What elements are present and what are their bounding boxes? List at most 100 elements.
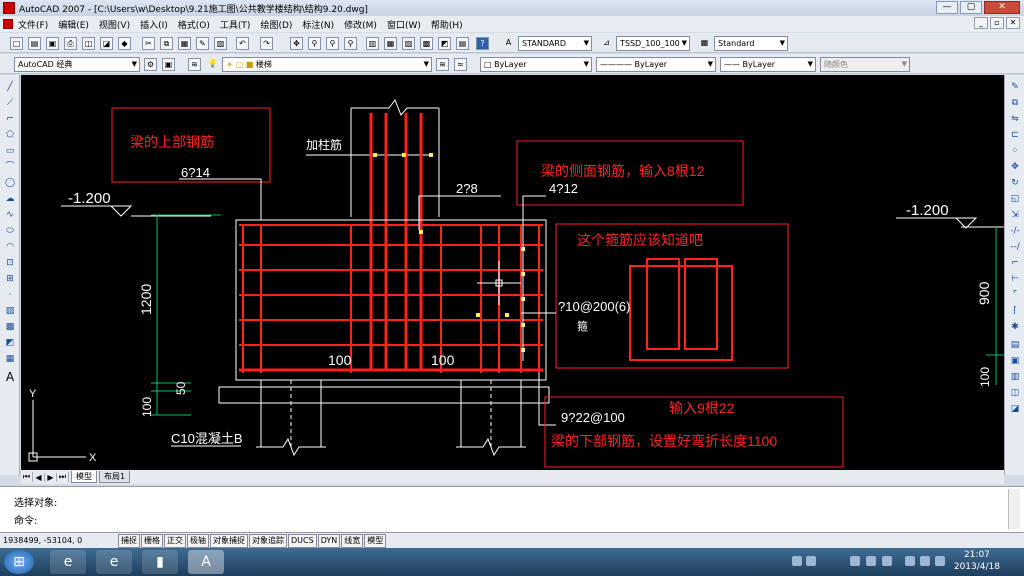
- spline-icon[interactable]: ∿: [4, 209, 16, 221]
- tab-model[interactable]: 模型: [71, 471, 97, 483]
- model-toggle[interactable]: 模型: [364, 533, 387, 548]
- ellipse-icon[interactable]: ⬭: [4, 225, 16, 237]
- redo-icon[interactable]: ↷: [260, 37, 273, 50]
- plotstyle-select[interactable]: 随颜色 ▼: [820, 57, 910, 72]
- otrack-toggle[interactable]: 对象追踪: [249, 533, 287, 548]
- make-block-icon[interactable]: ⊞: [4, 273, 16, 285]
- toolpalette-icon[interactable]: ▨: [402, 37, 415, 50]
- make-current-icon[interactable]: ≋: [436, 58, 449, 71]
- copy-object-icon[interactable]: ⧉: [1009, 97, 1021, 109]
- text-style-select[interactable]: STANDARD ▼: [518, 36, 592, 51]
- dyn-toggle[interactable]: DYN: [317, 533, 341, 548]
- start-button[interactable]: ⊞: [4, 550, 34, 574]
- menu-tools[interactable]: 工具(T): [215, 18, 256, 31]
- arc-icon[interactable]: ⌒: [4, 161, 16, 173]
- point-icon[interactable]: ·: [4, 289, 16, 301]
- bringfront-icon[interactable]: ▣: [1009, 355, 1021, 367]
- rectangle-icon[interactable]: ▭: [4, 145, 16, 157]
- copy-icon[interactable]: ⧉: [160, 37, 173, 50]
- print-icon[interactable]: ⎙: [64, 37, 77, 50]
- rotate-icon[interactable]: ↻: [1009, 177, 1021, 189]
- zoom-realtime-icon[interactable]: ⚲: [308, 37, 321, 50]
- grid-toggle[interactable]: 栅格: [141, 533, 163, 548]
- gradient-icon[interactable]: ▩: [4, 321, 16, 333]
- block-icon[interactable]: ▧: [214, 37, 227, 50]
- menu-format[interactable]: 格式(O): [173, 18, 215, 31]
- move-icon[interactable]: ✥: [1009, 161, 1021, 173]
- menu-draw[interactable]: 绘图(D): [255, 18, 297, 31]
- mtext-icon[interactable]: A: [4, 371, 16, 383]
- markup-icon[interactable]: ◩: [438, 37, 451, 50]
- maximize-button[interactable]: ▢: [960, 1, 982, 14]
- undo-icon[interactable]: ↶: [236, 37, 249, 50]
- osnap-toggle[interactable]: 对象捕捉: [210, 533, 248, 548]
- sendback-icon[interactable]: ▥: [1009, 371, 1021, 383]
- ungroup-icon[interactable]: ◪: [1009, 403, 1021, 415]
- trim-icon[interactable]: -/-: [1009, 225, 1021, 237]
- flag-icon[interactable]: [905, 556, 915, 566]
- insert-block-icon[interactable]: ⊡: [4, 257, 16, 269]
- fillet-icon[interactable]: ⌈: [1009, 305, 1021, 317]
- tab-prev-button[interactable]: ◀: [33, 472, 45, 482]
- stretch-icon[interactable]: ⇲: [1009, 209, 1021, 221]
- menu-edit[interactable]: 编辑(E): [53, 18, 94, 31]
- dim-style-select[interactable]: TSSD_100_100 ▼: [616, 36, 690, 51]
- layer-manager-icon[interactable]: ≋: [188, 58, 201, 71]
- new-icon[interactable]: □: [10, 37, 23, 50]
- polar-toggle[interactable]: 极轴: [187, 533, 209, 548]
- layer-on-icon[interactable]: 💡: [206, 58, 219, 71]
- folder-icon[interactable]: ▮: [142, 550, 178, 574]
- pan-icon[interactable]: ✥: [290, 37, 303, 50]
- network-icon[interactable]: [920, 556, 930, 566]
- doc-close-button[interactable]: ✕: [1006, 17, 1020, 29]
- tray-icon-1[interactable]: [792, 556, 802, 566]
- ie-icon[interactable]: e: [50, 550, 86, 574]
- zoom-previous-icon[interactable]: ⚲: [344, 37, 357, 50]
- lineweight-toggle[interactable]: 线宽: [341, 533, 364, 548]
- cut-icon[interactable]: ✂: [142, 37, 155, 50]
- tab-first-button[interactable]: ⏮: [21, 472, 33, 482]
- drawing-canvas[interactable]: 梁的上部钢筋 6?14 -1.200 1200 50 100 加柱筋 2?8 梁…: [21, 75, 1004, 470]
- autocad-taskbar-icon[interactable]: A: [188, 550, 224, 574]
- properties-icon[interactable]: ▥: [366, 37, 379, 50]
- snap-toggle[interactable]: 捕捉: [118, 533, 140, 548]
- close-button[interactable]: ✕: [984, 1, 1020, 14]
- workspace-settings-icon[interactable]: ⚙: [144, 58, 157, 71]
- scale-icon[interactable]: ◱: [1009, 193, 1021, 205]
- help-tray-icon[interactable]: [806, 556, 816, 566]
- polygon-icon[interactable]: ⬠: [4, 129, 16, 141]
- line-icon[interactable]: ╱: [4, 81, 16, 93]
- preview-icon[interactable]: ◫: [82, 37, 95, 50]
- chamfer-icon[interactable]: ⌜: [1009, 289, 1021, 301]
- region-icon[interactable]: ◩: [4, 337, 16, 349]
- tab-layout1[interactable]: 布局1: [99, 471, 131, 483]
- linetype-select[interactable]: ———— ByLayer ▼: [596, 57, 716, 72]
- mirror-icon[interactable]: ⇋: [1009, 113, 1021, 125]
- command-scrollbar[interactable]: [1008, 489, 1020, 529]
- doc-restore-button[interactable]: ▫: [990, 17, 1004, 29]
- color-select[interactable]: □ ByLayer ▼: [480, 57, 592, 72]
- menu-view[interactable]: 视图(V): [94, 18, 135, 31]
- qq-icon-2[interactable]: [866, 556, 876, 566]
- system-clock[interactable]: 21:07 2013/4/18: [954, 549, 1000, 573]
- array-icon[interactable]: ⁘: [1009, 145, 1021, 157]
- qq-icon-3[interactable]: [882, 556, 892, 566]
- sheetset-icon[interactable]: ▩: [420, 37, 433, 50]
- menu-dimension[interactable]: 标注(N): [297, 18, 339, 31]
- explode-icon[interactable]: ✱: [1009, 321, 1021, 333]
- designcenter-icon[interactable]: ▦: [384, 37, 397, 50]
- tab-last-button[interactable]: ⏭: [57, 472, 69, 482]
- open-icon[interactable]: ▤: [28, 37, 41, 50]
- matchprop-icon[interactable]: ✎: [196, 37, 209, 50]
- break-icon[interactable]: ⌐: [1009, 257, 1021, 269]
- erase-icon[interactable]: ✎: [1009, 81, 1021, 93]
- tab-next-button[interactable]: ▶: [45, 472, 57, 482]
- offset-icon[interactable]: ⊏: [1009, 129, 1021, 141]
- save-icon[interactable]: ▣: [46, 37, 59, 50]
- group-icon[interactable]: ◫: [1009, 387, 1021, 399]
- menu-modify[interactable]: 修改(M): [339, 18, 382, 31]
- ducs-toggle[interactable]: DUCS: [288, 533, 317, 548]
- ortho-toggle[interactable]: 正交: [164, 533, 186, 548]
- zoom-window-icon[interactable]: ⚲: [326, 37, 339, 50]
- polyline-icon[interactable]: ⌐: [4, 113, 16, 125]
